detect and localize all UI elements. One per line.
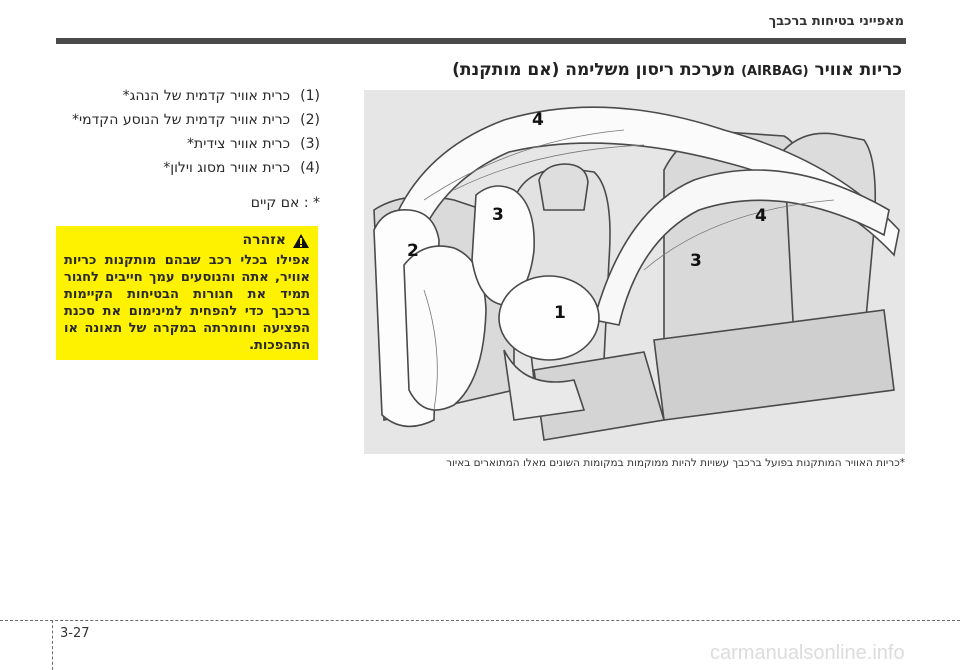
label-4-rear: 4 xyxy=(755,206,767,226)
warning-heading: אזהרה xyxy=(64,232,310,249)
page-number: 3-27 xyxy=(60,626,90,641)
figure-caption: *כריות האוויר המותקנות בפועל ברכבך עשויו… xyxy=(446,457,905,469)
item-text: כרית אוויר מסוג וילון* xyxy=(163,160,290,176)
watermark: carmanualsonline.info xyxy=(710,642,905,664)
label-4-front: 4 xyxy=(532,110,544,130)
label-3-rear: 3 xyxy=(690,251,702,271)
warning-title: אזהרה xyxy=(242,232,286,248)
label-2: 2 xyxy=(407,241,419,261)
warning-text: אפילו בכלי רכב שבהם מותקנות כריות אוויר,… xyxy=(64,253,310,353)
item-text: כרית אוויר צידית* xyxy=(187,136,290,152)
label-3-front: 3 xyxy=(492,205,504,225)
item-number: (3) xyxy=(300,136,320,152)
section-header: מאפייני בטיחות ברכבך xyxy=(768,14,904,29)
airbag-illustration: 4 3 2 1 4 3 xyxy=(364,90,905,454)
page-title: כריות אוויר (AIRBAG) מערכת ריסון משלימה … xyxy=(452,60,902,80)
availability-note: * : אם קיים xyxy=(250,195,320,211)
item-text: כרית אוויר קדמית של הנהג* xyxy=(122,88,290,104)
airbag-list: (1) כרית אוויר קדמית של הנהג* (2) כרית אוו… xyxy=(40,86,320,182)
footer-rule xyxy=(0,620,960,621)
item-text: כרית אוויר קדמית של הנוסע הקדמי* xyxy=(72,112,290,128)
warning-triangle-icon xyxy=(293,233,309,248)
car-interior-drawing: 4 3 2 1 4 3 xyxy=(364,90,905,454)
item-number: (1) xyxy=(300,88,320,104)
title-english: (AIRBAG) xyxy=(741,64,809,79)
list-item: (2) כרית אוויר קדמית של הנוסע הקדמי* xyxy=(40,110,320,131)
list-item: (1) כרית אוויר קדמית של הנהג* xyxy=(40,86,320,107)
warning-box: אזהרה אפילו בכלי רכב שבהם מותקנות כריות … xyxy=(56,226,318,360)
list-item: (4) כרית אוויר מסוג וילון* xyxy=(40,158,320,179)
label-1: 1 xyxy=(554,303,566,323)
item-number: (2) xyxy=(300,112,320,128)
item-number: (4) xyxy=(300,160,320,176)
header-bar xyxy=(56,38,906,44)
list-item: (3) כרית אוויר צידית* xyxy=(40,134,320,155)
footer-divider xyxy=(52,620,53,670)
title-rest: מערכת ריסון משלימה (אם מותקנת) xyxy=(452,60,736,80)
title-hebrew: כריות אוויר xyxy=(814,60,902,80)
